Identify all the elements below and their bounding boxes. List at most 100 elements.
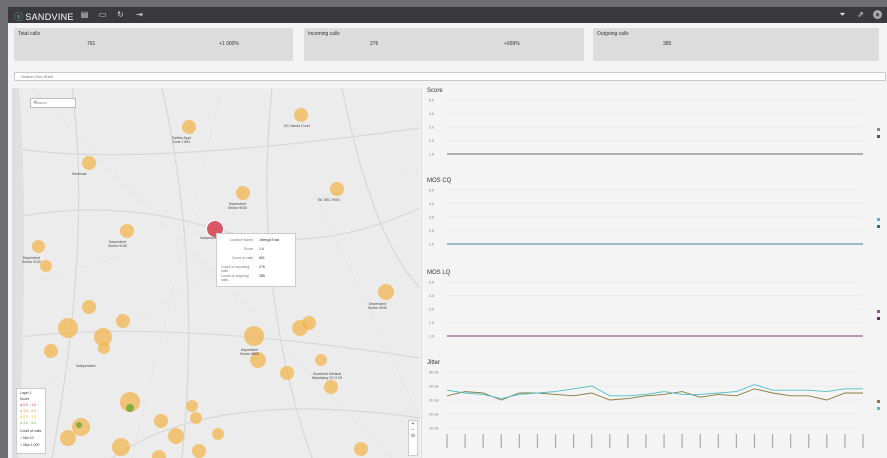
map-bubble[interactable] [32, 240, 45, 253]
map-bubble[interactable] [192, 444, 206, 458]
map-bubble[interactable] [236, 186, 250, 200]
map-bubble[interactable] [212, 428, 224, 440]
y-tick-label: 1.0 [429, 335, 434, 339]
map-bubble[interactable] [40, 260, 52, 272]
map-search-box[interactable]: Search ⌕ [30, 98, 76, 108]
map-bubble[interactable] [58, 318, 78, 338]
legend-item: ● 0.0 - 1.0 [20, 403, 36, 407]
legend-size-item: ○ Min 10 [20, 436, 34, 440]
map-bubble[interactable] [378, 284, 394, 300]
kpi-title: Incoming calls [308, 31, 340, 37]
map-bubble-green[interactable] [76, 422, 82, 428]
tooltip-row: Location Name Jelenga East [229, 238, 280, 242]
y-tick-label: 3.0 [429, 126, 434, 130]
map-bubble[interactable] [182, 120, 196, 134]
export-icon[interactable]: ⇥ [135, 10, 144, 19]
tooltip-row: Count of outgoing calls 385 [221, 274, 265, 282]
locate-icon[interactable]: ⊙ [409, 433, 417, 439]
line-chart-svg: 50 ms 40 ms 30 ms 20 ms 10 ms [429, 371, 880, 448]
kpi-value: 385 [663, 41, 672, 47]
map-bubble[interactable] [324, 380, 338, 394]
line-chart-svg: 5.0 4.0 3.0 2.0 1.0 [429, 189, 880, 247]
x-tick-label [844, 434, 846, 448]
x-tick-label [862, 434, 864, 448]
map-bubble[interactable] [186, 400, 198, 412]
legend-item: ● 2.0 - 3.0 [20, 415, 36, 419]
map-view[interactable]: Search ⌕ Fairfax Appt Zone 1 861 DC Hami… [12, 88, 420, 458]
user-icon[interactable]: ● [873, 10, 882, 19]
line-chart-svg: 5.0 4.0 3.0 2.0 1.0 [429, 281, 880, 339]
bookmark-icon[interactable]: ▭ [98, 10, 107, 19]
map-bubble[interactable] [244, 326, 264, 346]
chart-score: Score 5.0 4.0 3.0 2.0 1.0 [425, 88, 887, 176]
x-tick-label [717, 434, 719, 448]
map-bubble[interactable] [280, 366, 294, 380]
map-bubble[interactable] [354, 442, 368, 456]
legend-layer-title: Layer 1 [20, 391, 32, 395]
legend-swatch [877, 218, 880, 221]
x-tick-label [826, 434, 828, 448]
x-tick-label [518, 434, 520, 448]
x-tick-label [681, 434, 683, 448]
kpi-change: +999% [504, 41, 520, 47]
legend-score-title: Score [20, 397, 30, 401]
x-tick-label [771, 434, 774, 448]
legend-swatch [877, 128, 880, 131]
map-bubble[interactable] [82, 156, 96, 170]
y-tick-label: 10 ms [429, 427, 439, 431]
y-tick-label: 30 ms [429, 399, 439, 403]
dashboard-icon[interactable]: ▤ [80, 10, 89, 19]
map-bubble[interactable] [44, 344, 58, 358]
x-tick-label [591, 434, 593, 448]
map-zoom-control: + − ⊙ [408, 420, 418, 456]
x-tick-label [573, 434, 575, 448]
map-bubble[interactable] [98, 342, 110, 354]
tooltip-row: Count of incoming calls 276 [221, 265, 265, 273]
x-tick-label [699, 434, 701, 448]
map-bubble[interactable] [190, 412, 202, 424]
chart-mos-cq: MOS CQ 5.0 4.0 3.0 2.0 1.0 [425, 178, 887, 266]
kpi-title: Outgoing calls [597, 31, 629, 37]
map-bubble[interactable] [294, 108, 308, 122]
brand-logo[interactable]: ⓢ SANDVINE [14, 10, 74, 23]
sandvine-logo-icon: ⓢ [14, 12, 24, 22]
app-window: ⓢ SANDVINE ▤ ▭ ↻ ⇥ ⏷ ⇗ ● Total calls 761 … [8, 7, 887, 458]
x-tick-label [790, 434, 792, 448]
map-bubble[interactable] [302, 316, 316, 330]
map-bubble[interactable] [112, 438, 130, 456]
y-tick-label: 20 ms [429, 413, 439, 417]
map-bubble[interactable] [120, 224, 134, 238]
filter-icon[interactable]: ⏷ [838, 10, 847, 19]
geo-search-bar[interactable] [14, 72, 886, 81]
history-icon[interactable]: ↻ [116, 10, 125, 19]
y-tick-label: 3.0 [429, 308, 434, 312]
kpi-value: 761 [87, 41, 96, 47]
map-bubble[interactable] [315, 354, 327, 366]
x-tick-label [663, 434, 665, 448]
geo-search-input[interactable] [15, 73, 221, 79]
x-tick-label [609, 434, 611, 448]
y-tick-label: 4.0 [429, 202, 434, 206]
map-bubble[interactable] [60, 430, 76, 446]
y-tick-label: 4.0 [429, 294, 434, 298]
map-bubble-green[interactable] [126, 404, 134, 412]
legend-item: ● 3.0 - 4.0 [20, 421, 36, 425]
y-tick-label: 2.0 [429, 139, 434, 143]
kpi-total-calls: Total calls 761 +1 000% [14, 28, 293, 61]
map-bubble[interactable] [152, 450, 166, 458]
series-line[interactable] [446, 384, 863, 400]
share-icon[interactable]: ⇗ [856, 10, 865, 19]
map-bubble[interactable] [168, 428, 184, 444]
y-tick-label: 40 ms [429, 385, 439, 389]
x-tick-label [482, 434, 484, 448]
map-bubble[interactable] [82, 300, 96, 314]
map-bubble[interactable] [330, 182, 344, 196]
search-icon[interactable]: ⌕ [34, 99, 73, 105]
map-place-label: Sit. 5EC 9000 [318, 198, 340, 202]
y-tick-label: 5.0 [429, 189, 434, 193]
y-tick-label: 2.0 [429, 229, 434, 233]
legend-swatch [877, 400, 880, 403]
map-bubble[interactable] [154, 414, 168, 428]
y-tick-label: 50 ms [429, 371, 439, 375]
map-bubble[interactable] [116, 314, 130, 328]
